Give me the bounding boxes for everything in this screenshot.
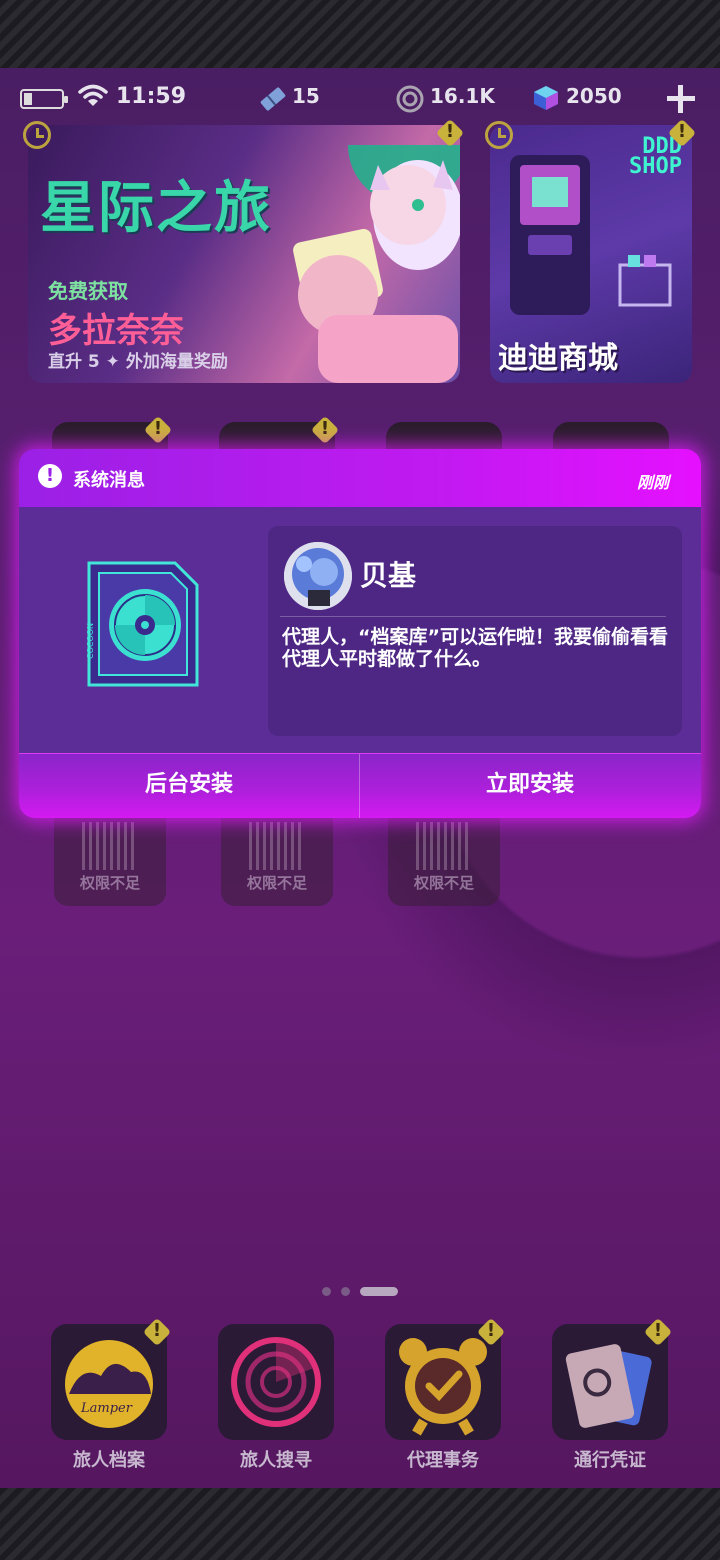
sender-avatar <box>284 542 352 610</box>
warning-icon: ! <box>476 1317 506 1347</box>
warning-icon: ! <box>667 118 697 148</box>
shop-label: 迪迪商城 <box>498 341 618 376</box>
gem-icon <box>534 86 558 110</box>
radar-icon <box>231 1337 321 1427</box>
banner-title: 星际之旅 <box>40 176 272 241</box>
page-dot-active[interactable] <box>360 1287 398 1296</box>
dialog-body: COCOON 贝基 代理人，“档案库”可以运作啦！我要偷偷看看代理人平时都做了什… <box>19 507 701 753</box>
warning-icon: ! <box>143 415 173 445</box>
ticket-count: 15 <box>292 84 320 108</box>
message-card: 贝基 代理人，“档案库”可以运作啦！我要偷偷看看代理人平时都做了什么。 <box>268 526 682 736</box>
bottom-frame <box>0 1488 720 1560</box>
gem-count: 2050 <box>566 84 622 108</box>
banner-character-illustration <box>293 145 460 383</box>
warning-icon: ! <box>435 118 465 148</box>
wifi-icon <box>78 84 108 106</box>
archive-app-icon: COCOON <box>86 561 199 687</box>
message-text: 代理人，“档案库”可以运作啦！我要偷偷看看代理人平时都做了什么。 <box>282 626 668 670</box>
battery-icon <box>20 89 68 109</box>
banner-character-name: 多拉奈奈 <box>48 311 184 351</box>
dock-app-traveler-search[interactable] <box>218 1324 334 1440</box>
page-dot[interactable] <box>341 1287 350 1296</box>
system-message-dialog: ! 系统消息 刚刚 COCOON 贝基 代理人，“档案库”可以运作啦！我要偷偷看… <box>19 449 701 818</box>
locked-app-tile: 权限不足 <box>388 812 500 906</box>
dialog-header: ! 系统消息 刚刚 <box>19 449 701 507</box>
background-install-button[interactable]: 后台安装 <box>19 754 359 818</box>
coin-count: 16.1K <box>430 84 495 108</box>
warning-icon: ! <box>142 1317 172 1347</box>
dock-label: 通行凭证 <box>574 1450 646 1471</box>
clock-icon <box>485 121 513 149</box>
dialog-actions: 后台安装 立即安装 <box>19 753 701 818</box>
top-frame <box>0 0 720 68</box>
event-banner[interactable]: 星际之旅 免费获取 多拉奈奈 直升 5 ✦ 外加海量奖励 <box>28 125 460 383</box>
locked-app-tile: 权限不足 <box>54 812 166 906</box>
dock-label: 旅人档案 <box>73 1450 145 1471</box>
ticket-icon <box>260 87 286 111</box>
clock-icon <box>23 121 51 149</box>
banner-reward-text: 直升 5 ✦ 外加海量奖励 <box>48 352 228 372</box>
page-dot[interactable] <box>322 1287 331 1296</box>
divider <box>280 616 666 617</box>
dock-label: 代理事务 <box>407 1450 479 1471</box>
shop-banner[interactable]: DDD SHOP 迪迪商城 <box>490 125 692 383</box>
install-now-button[interactable]: 立即安装 <box>360 754 700 818</box>
svg-text:Lamper: Lamper <box>80 1401 133 1416</box>
locked-label: 权限不足 <box>413 874 474 892</box>
locked-app-tile: 权限不足 <box>221 812 333 906</box>
status-bar: 11:59 15 16.1K 2050 <box>0 80 720 116</box>
add-currency-icon[interactable] <box>666 84 696 114</box>
dialog-timestamp: 刚刚 <box>636 473 669 492</box>
svg-text:COCOON: COCOON <box>86 623 95 659</box>
clock-time: 11:59 <box>116 84 187 109</box>
dock-label: 旅人搜寻 <box>240 1450 312 1471</box>
warning-icon: ! <box>643 1317 673 1347</box>
warning-icon: ! <box>310 415 340 445</box>
dialog-title: 系统消息 <box>73 470 145 491</box>
coin-icon <box>396 85 424 113</box>
sender-name: 贝基 <box>360 559 417 592</box>
locked-label: 权限不足 <box>79 874 140 892</box>
locked-label: 权限不足 <box>246 874 307 892</box>
alert-icon: ! <box>38 464 62 488</box>
banner-free-label: 免费获取 <box>48 279 128 303</box>
